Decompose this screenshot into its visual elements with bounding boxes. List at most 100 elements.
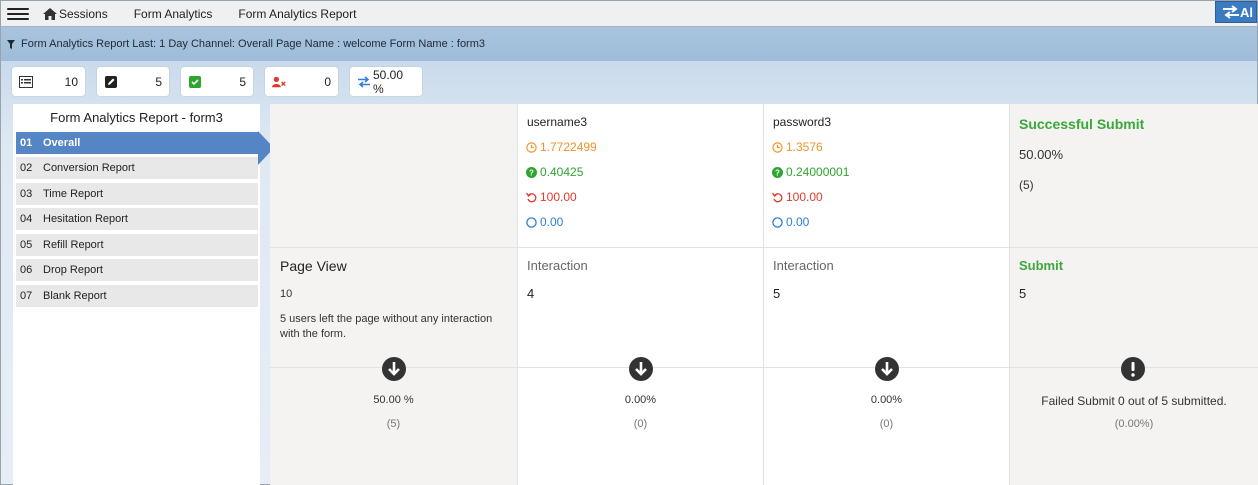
stat-conversion-value: 50.00 % — [373, 67, 404, 96]
menu-icon[interactable] — [7, 6, 29, 22]
menu-item-label: Blank Report — [43, 290, 107, 302]
question-icon: ? — [772, 166, 783, 178]
question-icon: ? — [526, 166, 537, 178]
field-time-value: 1.7722499 — [540, 140, 597, 154]
stat-submits: 5 — [181, 67, 253, 96]
overall-report-grid: username3 1.7722499 ? 0.40425 100.00 0.0… — [270, 104, 1258, 485]
top-right-button[interactable]: Al — [1215, 1, 1257, 23]
stat-drops: 0 — [265, 67, 338, 96]
failed-submit-percent: (0.00%) — [1114, 418, 1154, 430]
interaction-label-password3: Interaction — [773, 258, 834, 273]
filter-icon[interactable] — [7, 39, 15, 49]
field-refill-username3: 100.00 — [526, 190, 577, 204]
checkbox-icon — [188, 75, 202, 89]
menu-item-number: 02 — [20, 162, 33, 174]
home-icon — [43, 7, 57, 20]
drop-percent-password3: 0.00% — [870, 394, 903, 406]
top-right-button-label: Al — [1240, 4, 1253, 20]
clock-icon — [526, 141, 537, 153]
page-view-title: Page View — [280, 258, 347, 274]
filter-text: Form Analytics Report Last: 1 Day Channe… — [21, 38, 486, 50]
arrow-down-circle-icon — [629, 357, 653, 381]
field-blank-username3: 0.00 — [526, 215, 563, 229]
field-hesitation-password3: ? 0.24000001 — [772, 165, 849, 179]
arrow-down-circle-icon — [875, 357, 899, 381]
edit-icon — [104, 75, 118, 89]
successful-submit-count: (5) — [1019, 178, 1034, 192]
nav-sessions-label: Sessions — [59, 6, 108, 21]
nav-form-analytics-label: Form Analytics — [133, 6, 213, 21]
drop-percent-username3: 0.00% — [624, 394, 657, 406]
page-view-value: 10 — [280, 288, 293, 300]
field-time-username3: 1.7722499 — [526, 140, 597, 154]
stat-drops-value: 0 — [324, 74, 331, 89]
stat-sessions-value: 10 — [64, 74, 78, 89]
divider — [270, 367, 1258, 368]
menu-item-refill-report[interactable]: 05 Refill Report — [16, 234, 258, 256]
top-navbar: Sessions Form Analytics Form Analytics R… — [0, 0, 1258, 27]
circle-icon — [526, 216, 537, 228]
stat-sessions: 10 — [12, 67, 85, 96]
menu-item-conversion-report[interactable]: 02 Conversion Report — [16, 157, 258, 179]
menu-item-overall[interactable]: 01 Overall — [16, 132, 258, 154]
divider — [270, 247, 1258, 248]
menu-item-label: Conversion Report — [43, 162, 135, 174]
swap-icon — [1223, 5, 1239, 19]
field-name-password3: password3 — [773, 115, 832, 129]
drop-count-password3: (0) — [879, 418, 894, 430]
menu-item-label: Time Report — [43, 188, 104, 200]
field-name-username3: username3 — [527, 115, 588, 129]
menu-item-label: Refill Report — [43, 239, 104, 251]
field-blank-value: 0.00 — [540, 215, 564, 229]
successful-submit-percent: 50.00% — [1019, 147, 1064, 162]
successful-submit-title: Successful Submit — [1019, 116, 1145, 132]
menu-item-number: 01 — [20, 137, 33, 149]
svg-text:?: ? — [529, 168, 534, 177]
stat-submits-value: 5 — [239, 74, 246, 89]
undo-icon — [772, 192, 783, 202]
stat-interactions-value: 5 — [155, 74, 162, 89]
clock-icon — [772, 141, 783, 153]
interaction-value-username3: 4 — [527, 286, 535, 301]
menu-item-number: 06 — [20, 264, 33, 276]
arrow-down-circle-icon — [382, 357, 406, 381]
menu-item-time-report[interactable]: 03 Time Report — [16, 183, 258, 205]
nav-sessions[interactable]: Sessions — [43, 7, 108, 21]
menu-item-drop-report[interactable]: 06 Drop Report — [16, 259, 258, 281]
page-view-drop-percent: 50.00 % — [373, 394, 414, 406]
submit-value: 5 — [1019, 286, 1027, 301]
stat-conversion: 50.00 % — [350, 67, 422, 96]
svg-text:?: ? — [775, 168, 780, 177]
page-view-note: 5 users left the page without any intera… — [280, 313, 493, 340]
menu-item-number: 04 — [20, 213, 33, 225]
list-icon — [19, 75, 33, 89]
nav-form-analytics-report[interactable]: Form Analytics Report — [238, 7, 356, 21]
menu-item-number: 05 — [20, 239, 33, 251]
user-remove-icon — [272, 75, 286, 89]
nav-form-analytics[interactable]: Form Analytics — [134, 7, 213, 21]
drop-count-username3: (0) — [633, 418, 648, 430]
nav-form-analytics-report-label: Form Analytics Report — [238, 6, 357, 21]
interaction-label-username3: Interaction — [527, 258, 588, 273]
menu-item-label: Overall — [43, 137, 81, 149]
interaction-value-password3: 5 — [773, 286, 781, 301]
submit-label: Submit — [1019, 258, 1064, 273]
report-menu-panel: Form Analytics Report - form3 01 Overall… — [13, 104, 260, 485]
stat-interactions: 5 — [97, 67, 169, 96]
field-refill-value: 100.00 — [540, 190, 577, 204]
menu-item-label: Hesitation Report — [43, 213, 128, 225]
circle-icon — [772, 216, 783, 228]
field-hesitation-value: 0.24000001 — [786, 165, 850, 179]
menu-item-hesitation-report[interactable]: 04 Hesitation Report — [16, 208, 258, 230]
field-refill-password3: 100.00 — [772, 190, 823, 204]
field-blank-value: 0.00 — [786, 215, 810, 229]
field-time-password3: 1.3576 — [772, 140, 823, 154]
menu-item-blank-report[interactable]: 07 Blank Report — [16, 285, 258, 307]
exclamation-circle-icon — [1121, 357, 1145, 381]
field-refill-value: 100.00 — [786, 190, 823, 204]
failed-submit-text: Failed Submit 0 out of 5 submitted. — [1041, 394, 1227, 408]
report-menu-title: Form Analytics Report - form3 — [50, 110, 223, 125]
field-blank-password3: 0.00 — [772, 215, 809, 229]
field-time-value: 1.3576 — [786, 140, 823, 154]
undo-icon — [526, 192, 537, 202]
